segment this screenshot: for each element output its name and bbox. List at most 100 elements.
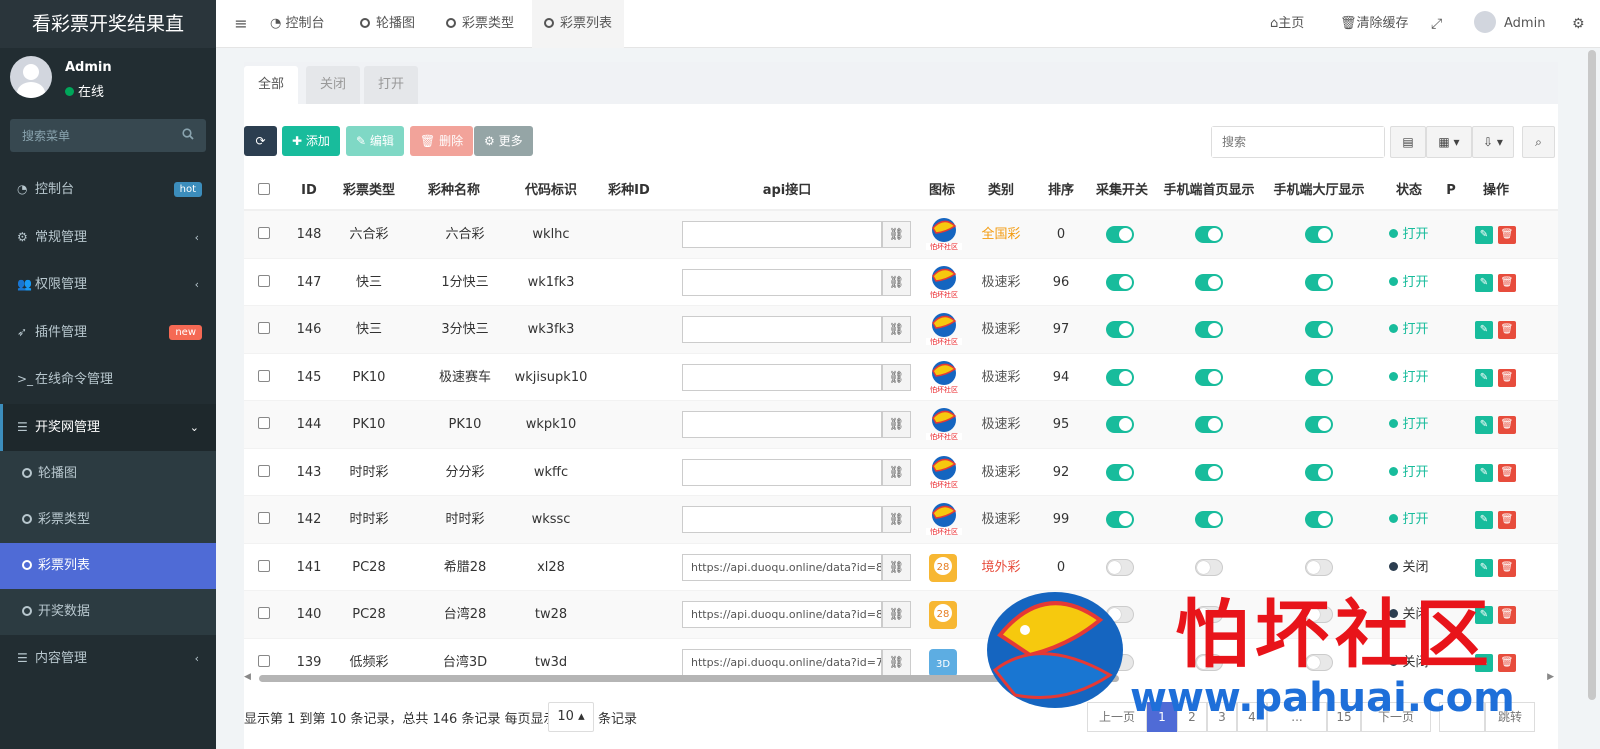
settings-icon[interactable]: ⚙ <box>1572 0 1585 48</box>
row-checkbox[interactable] <box>244 401 284 448</box>
col-header[interactable]: ID <box>284 170 334 211</box>
sidebar-subitem-lottery-list[interactable]: 彩票列表 <box>0 543 216 589</box>
status-badge[interactable]: 打开 <box>1376 496 1442 543</box>
hall-display-switch[interactable] <box>1305 273 1333 291</box>
hall-display-switch[interactable] <box>1305 511 1333 528</box>
prev-page-button[interactable]: 上一页 <box>1087 702 1147 732</box>
link-icon[interactable]: ⛓ <box>882 221 911 248</box>
sidebar-item-lottery-site[interactable]: ☰ 开奖网管理 ⌄ <box>0 403 216 451</box>
row-delete-button[interactable]: 🗑 <box>1498 606 1516 624</box>
api-input[interactable] <box>682 363 882 391</box>
link-icon[interactable]: ⛓ <box>882 553 911 581</box>
home-display-switch[interactable] <box>1195 321 1223 338</box>
row-edit-button[interactable]: ✎ <box>1475 368 1493 387</box>
tab-lottery-list[interactable]: 彩票列表 <box>532 0 625 48</box>
jump-button[interactable]: 跳转 <box>1485 702 1535 732</box>
row-checkbox[interactable] <box>244 211 284 258</box>
checkbox[interactable] <box>258 274 270 287</box>
col-header[interactable]: 类别 <box>971 170 1031 211</box>
home-display-switch[interactable] <box>1195 368 1223 386</box>
status-badge[interactable]: 打开 <box>1376 354 1442 401</box>
api-input[interactable] <box>682 506 882 533</box>
col-header[interactable]: 手机端首页显示 <box>1159 170 1259 211</box>
row-checkbox[interactable] <box>244 259 284 306</box>
home-display-switch[interactable] <box>1195 511 1223 528</box>
sidebar-subitem-lottery-type[interactable]: 彩票类型 <box>0 497 216 543</box>
table-row[interactable]: 139 低频彩 台湾3D tw3d https://api.duoqu.online/d… <box>244 639 1558 676</box>
row-edit-button[interactable]: ✎ <box>1475 226 1493 244</box>
collect-switch[interactable] <box>1106 321 1134 338</box>
tab-lottery-type[interactable]: 彩票类型 <box>442 0 518 48</box>
sidebar-item-plugins[interactable]: ➶ 插件管理 new <box>0 309 216 357</box>
col-header[interactable]: 代码标识 <box>506 170 596 211</box>
search-icon[interactable] <box>182 128 194 144</box>
menu-search-input[interactable] <box>10 119 206 152</box>
add-button[interactable]: ✚ 添加 <box>282 126 340 156</box>
status-badge[interactable]: 打开 <box>1376 449 1442 496</box>
row-delete-button[interactable]: 🗑 <box>1498 511 1516 529</box>
api-input[interactable] <box>682 458 882 486</box>
status-badge[interactable]: 打开 <box>1376 306 1442 353</box>
row-edit-button[interactable]: ✎ <box>1475 463 1493 482</box>
home-display-switch[interactable] <box>1195 606 1223 623</box>
checkbox[interactable] <box>258 369 270 382</box>
home-display-switch[interactable] <box>1195 273 1223 291</box>
filter-tab-all[interactable]: 全部 <box>244 66 299 104</box>
row-delete-button[interactable]: 🗑 <box>1498 558 1516 577</box>
filter-tab-closed[interactable]: 关闭 <box>306 66 361 104</box>
filter-tab-open[interactable]: 打开 <box>364 66 419 104</box>
row-edit-button[interactable]: ✎ <box>1475 558 1493 577</box>
hall-display-switch[interactable] <box>1305 368 1333 386</box>
col-header[interactable]: 彩票类型 <box>334 170 404 211</box>
col-header[interactable]: P <box>1444 170 1458 211</box>
row-delete-button[interactable]: 🗑 <box>1498 463 1516 482</box>
collect-switch[interactable] <box>1106 368 1134 386</box>
table-row[interactable]: 144 PK10 PK10 wkpk10 ⛓ 怕坏社区 极速彩 95 打开 ✎ 🗑 <box>244 401 1558 449</box>
horizontal-scrollbar[interactable]: ◀ ▶ <box>244 672 1558 683</box>
app-logo[interactable]: 看彩票开奖结果直 <box>0 0 216 48</box>
sidebar-item-command[interactable]: >_ 在线命令管理 <box>0 356 216 404</box>
row-edit-button[interactable]: ✎ <box>1475 273 1493 292</box>
checkbox[interactable] <box>258 654 270 667</box>
hall-display-switch[interactable] <box>1305 226 1333 243</box>
row-delete-button[interactable]: 🗑 <box>1498 273 1516 292</box>
row-delete-button[interactable]: 🗑 <box>1498 368 1516 387</box>
table-row[interactable]: 148 六合彩 六合彩 wklhc ⛓ 怕坏社区 全国彩 0 打开 ✎ 🗑 <box>244 211 1558 259</box>
collect-switch[interactable] <box>1106 558 1134 576</box>
table-row[interactable]: 143 时时彩 分分彩 wkffc ⛓ 怕坏社区 极速彩 92 打开 ✎ 🗑 <box>244 449 1558 496</box>
api-input[interactable] <box>682 221 882 248</box>
api-input[interactable] <box>682 268 882 296</box>
home-link[interactable]: ⌂主页 <box>1270 0 1304 48</box>
col-header[interactable]: 彩种ID <box>596 170 662 211</box>
link-icon[interactable]: ⛓ <box>882 506 911 533</box>
hall-display-switch[interactable] <box>1305 321 1333 338</box>
sidebar-subitem-draw-data[interactable]: 开奖数据 <box>0 589 216 635</box>
collect-switch[interactable] <box>1106 511 1134 528</box>
row-edit-button[interactable]: ✎ <box>1475 511 1493 529</box>
delete-button[interactable]: 🗑 删除 <box>410 126 474 156</box>
export-dropdown-icon[interactable]: ⇩ ▾ <box>1472 126 1514 158</box>
row-delete-button[interactable]: 🗑 <box>1498 416 1516 434</box>
collect-switch[interactable] <box>1106 653 1134 671</box>
page-size-select[interactable]: 10 ▴ <box>548 702 594 732</box>
checkbox[interactable] <box>258 322 270 334</box>
row-checkbox[interactable] <box>244 496 284 543</box>
link-icon[interactable]: ⛓ <box>882 648 911 676</box>
sidebar-item-content[interactable]: ☰ 内容管理 ‹ <box>0 635 216 683</box>
table-row[interactable]: 142 时时彩 时时彩 wkssc ⛓ 怕坏社区 极速彩 99 打开 ✎ 🗑 <box>244 496 1558 544</box>
checkbox[interactable] <box>258 559 270 572</box>
collect-switch[interactable] <box>1106 416 1134 433</box>
col-header[interactable]: api接口 <box>662 170 912 211</box>
collect-switch[interactable] <box>1106 273 1134 291</box>
status-badge[interactable]: 关闭 <box>1376 591 1442 638</box>
row-checkbox[interactable] <box>244 306 284 353</box>
table-row[interactable]: 140 PC28 台湾28 tw28 https://api.duoqu.online/… <box>244 591 1558 639</box>
refresh-button[interactable]: ⟳ <box>244 126 277 156</box>
row-edit-button[interactable]: ✎ <box>1475 321 1493 339</box>
collect-switch[interactable] <box>1106 463 1134 481</box>
link-icon[interactable]: ⛓ <box>882 411 911 438</box>
tab-dashboard[interactable]: ◔ 控制台 <box>268 0 327 48</box>
table-search-input[interactable] <box>1212 127 1384 157</box>
table-row[interactable]: 147 快三 1分快三 wk1fk3 ⛓ 怕坏社区 极速彩 96 打开 ✎ 🗑 <box>244 259 1558 306</box>
scroll-left-icon[interactable]: ◀ <box>244 672 251 682</box>
